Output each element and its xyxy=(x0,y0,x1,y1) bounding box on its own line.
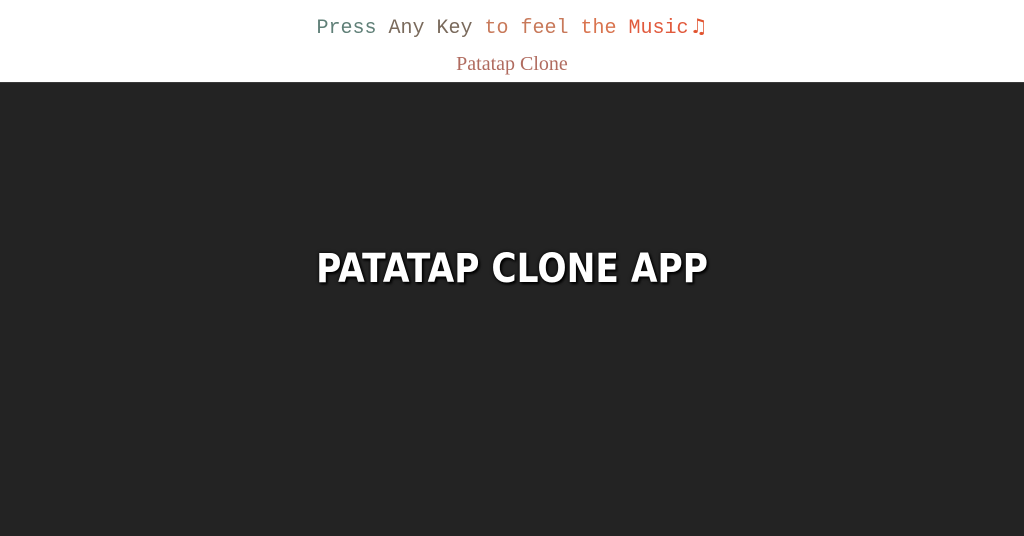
page-subtitle: Patatap Clone xyxy=(456,53,568,75)
music-note-icon: ♫ xyxy=(689,14,708,38)
tagline-part: Press xyxy=(316,17,389,40)
header: Press Any Key to feel the Music♫ Patatap… xyxy=(0,0,1024,82)
tagline-part: Music xyxy=(628,17,689,40)
stage-title: PATATAP CLONE APP xyxy=(316,246,708,292)
tagline-part: to feel xyxy=(484,17,581,40)
tagline: Press Any Key to feel the Music♫ xyxy=(0,12,1024,43)
tagline-part: Any Key xyxy=(388,17,485,40)
canvas-stage[interactable]: PATATAP CLONE APP xyxy=(0,82,1024,536)
tagline-part: the xyxy=(580,17,629,40)
